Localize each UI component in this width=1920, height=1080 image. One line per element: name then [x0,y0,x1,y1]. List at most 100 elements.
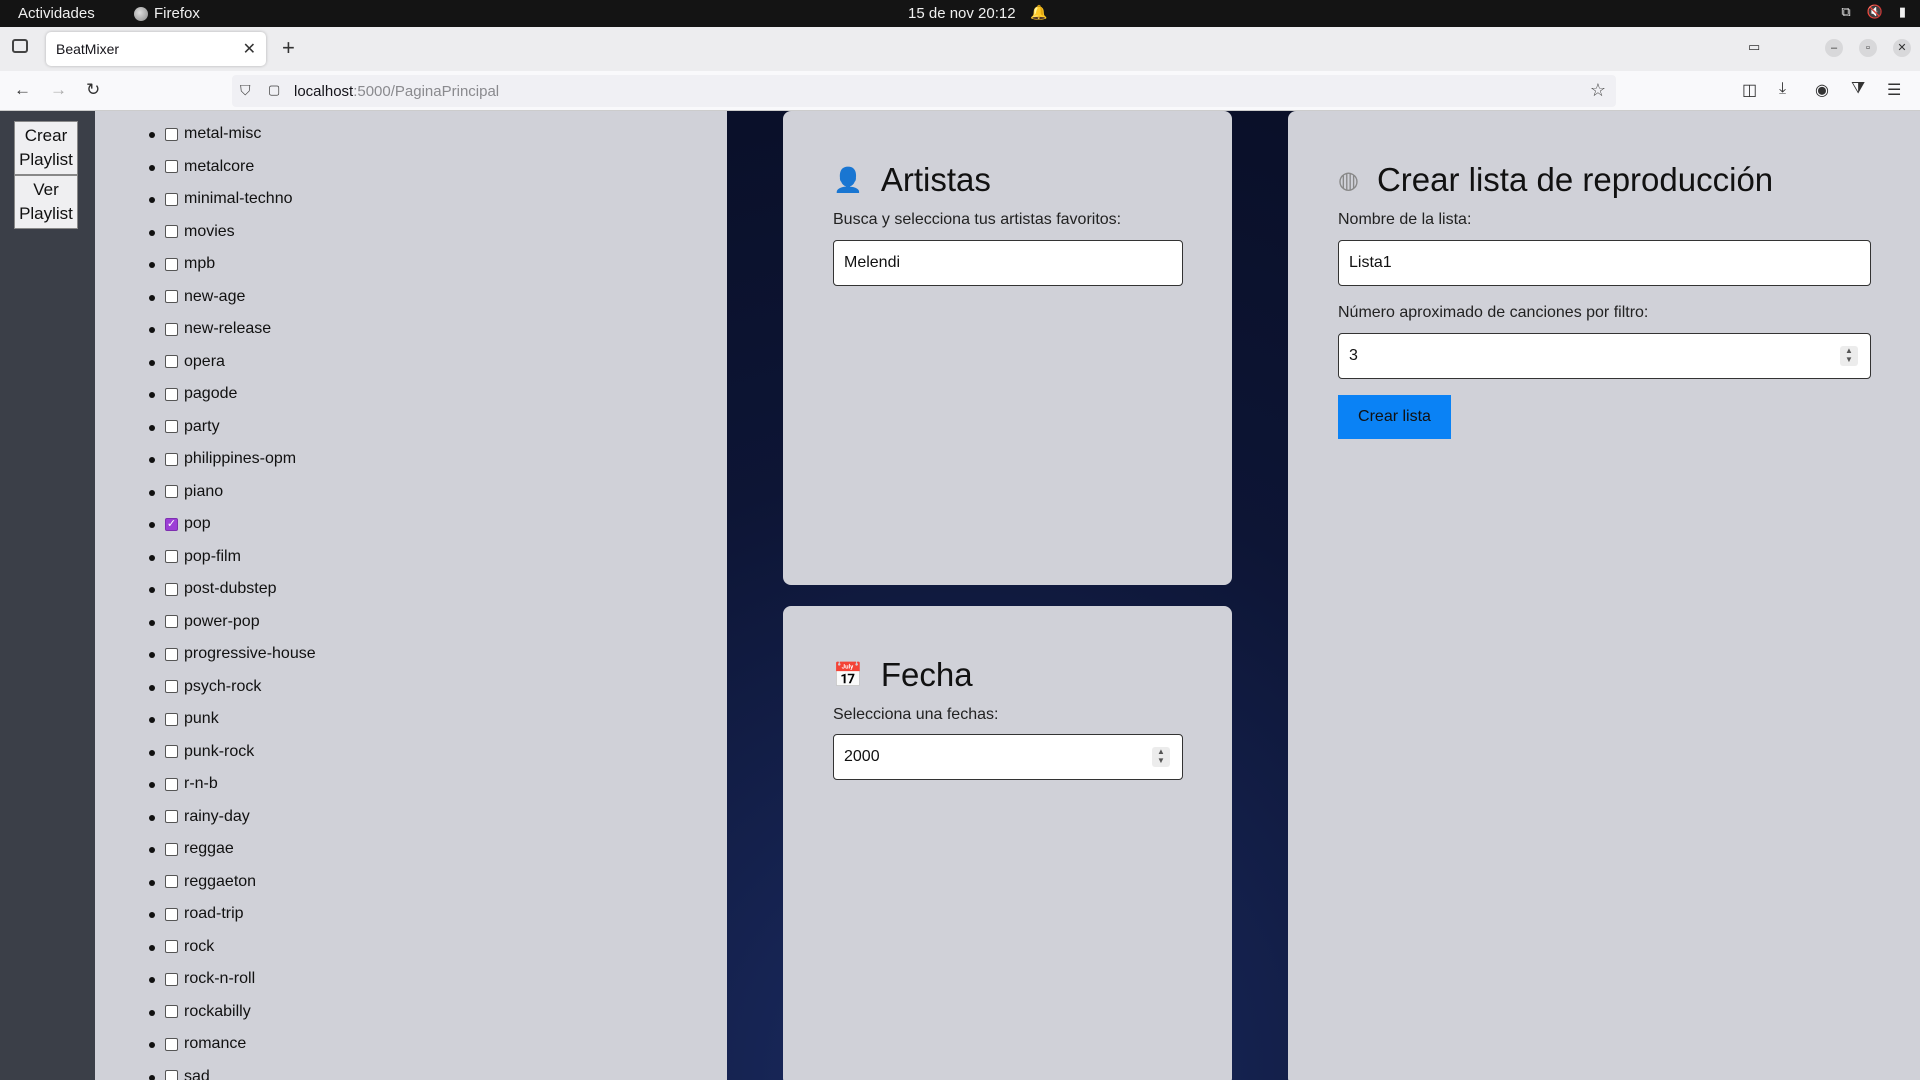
genre-checkbox[interactable] [165,615,178,629]
genre-checkbox[interactable] [165,907,178,921]
downloads-icon[interactable]: ⤓ [1779,80,1786,98]
genre-item[interactable]: power-pop [149,606,316,639]
genre-checkbox[interactable] [165,1037,178,1051]
genre-checkbox[interactable] [165,225,178,239]
genre-checkbox[interactable]: ✓ [165,517,178,531]
genre-item[interactable]: progressive-house [149,638,316,671]
genre-checkbox[interactable] [165,452,178,466]
year-input[interactable]: 2000 ▲ ▼ [833,734,1183,780]
artists-title: 👤 Artistas [833,161,991,198]
genre-item[interactable]: rainy-day [149,801,316,834]
genre-item[interactable]: metalcore [149,151,316,184]
genre-checkbox[interactable] [165,192,178,206]
genre-item[interactable]: philippines-opm [149,443,316,476]
artists-label: Busca y selecciona tus artistas favorito… [833,211,1122,228]
song-count-input[interactable]: 3 ▲ ▼ [1338,333,1871,379]
genre-item[interactable]: rockabilly [149,996,316,1029]
genre-item[interactable]: movies [149,216,316,249]
genre-checkbox[interactable] [165,160,178,174]
genre-item[interactable]: ✓ pop [149,508,316,541]
genre-checkbox[interactable] [165,972,178,986]
genre-item[interactable]: romance [149,1028,316,1061]
genre-item[interactable]: opera [149,346,316,379]
count-spinner-icon[interactable]: ▲ ▼ [1840,346,1858,366]
genre-item[interactable]: rock-n-roll [149,963,316,996]
new-tab-button[interactable]: + [282,35,295,61]
genre-item[interactable]: post-dubstep [149,573,316,606]
url-text[interactable]: localhost:5000/PaginaPrincipal [294,83,499,100]
create-playlist-button[interactable]: Crear Playlist [14,121,78,175]
genre-label: metalcore [184,157,255,175]
genre-checkbox[interactable] [165,322,178,336]
genre-checkbox[interactable] [165,355,178,369]
genre-checkbox[interactable] [165,127,178,141]
close-window-button[interactable]: ✕ [1893,39,1911,57]
genre-item[interactable]: sad [149,1061,316,1080]
genre-checkbox[interactable] [165,485,178,499]
genre-item[interactable]: pop-film [149,541,316,574]
genre-checkbox[interactable] [165,420,178,434]
genre-checkbox[interactable] [165,647,178,661]
activities-button[interactable]: Actividades [18,5,95,22]
genre-item[interactable]: metal-misc [149,118,316,151]
genre-checkbox[interactable] [165,745,178,759]
reload-button[interactable]: ↻ [86,80,100,100]
app-menu[interactable]: Firefox [134,5,200,22]
genre-item[interactable]: new-release [149,313,316,346]
shield-icon[interactable]: ⛉ [240,82,251,99]
genre-checkbox[interactable] [165,582,178,596]
view-tabs-icon[interactable]: ▭ [1748,39,1760,55]
create-list-button[interactable]: Crear lista [1338,395,1451,439]
genre-checkbox[interactable] [165,1070,178,1080]
system-tray[interactable]: ⧉ 🔇 ▮ [1841,4,1906,20]
page-info-icon[interactable]: ▢ [268,82,280,98]
year-spinner-icon[interactable]: ▲ ▼ [1152,747,1170,767]
back-button[interactable]: ← [14,80,31,100]
genre-checkbox[interactable] [165,712,178,726]
genre-checkbox[interactable] [165,387,178,401]
genre-checkbox[interactable] [165,550,178,564]
genre-item[interactable]: punk-rock [149,736,316,769]
bookmark-star-icon[interactable]: ☆ [1590,80,1606,101]
view-playlist-button[interactable]: Ver Playlist [14,175,78,229]
account-icon[interactable]: ◉ [1815,80,1829,100]
genre-label: new-age [184,287,246,305]
menu-icon[interactable]: ☰ [1887,80,1901,100]
firefox-icon [134,6,148,21]
genre-item[interactable]: piano [149,476,316,509]
genre-item[interactable]: psych-rock [149,671,316,704]
genre-checkbox[interactable] [165,810,178,824]
genre-item[interactable]: pagode [149,378,316,411]
genre-item[interactable]: r-n-b [149,768,316,801]
extensions-icon[interactable]: ⧩ [1851,80,1865,98]
genre-item[interactable]: rock [149,931,316,964]
date-title: 📅 Fecha [833,656,973,693]
pocket-icon[interactable]: ◫ [1742,80,1757,100]
genre-item[interactable]: punk [149,703,316,736]
close-tab-icon[interactable]: ✕ [243,39,256,59]
genre-checkbox[interactable] [165,257,178,271]
list-name-input[interactable]: Lista1 [1338,240,1871,286]
genre-checkbox[interactable] [165,842,178,856]
genre-item[interactable]: mpb [149,248,316,281]
artist-search-input[interactable]: Melendi [833,240,1183,286]
genre-item[interactable]: reggae [149,833,316,866]
genre-checkbox[interactable] [165,940,178,954]
genre-item[interactable]: road-trip [149,898,316,931]
genre-checkbox[interactable] [165,680,178,694]
list-all-tabs-icon[interactable] [12,39,28,53]
url-bar[interactable]: ⛉ ▢ localhost:5000/PaginaPrincipal ☆ [232,75,1616,107]
genre-checkbox[interactable] [165,777,178,791]
genre-checkbox[interactable] [165,290,178,304]
genre-item[interactable]: reggaeton [149,866,316,899]
minimize-button[interactable]: – [1825,39,1843,57]
clock[interactable]: 15 de nov 20:12 [908,5,1016,22]
tab-beatmixer[interactable]: BeatMixer ✕ [46,32,266,66]
genre-item[interactable]: new-age [149,281,316,314]
genre-item[interactable]: minimal-techno [149,183,316,216]
genre-item[interactable]: party [149,411,316,444]
genre-checkbox[interactable] [165,1005,178,1019]
genre-checkbox[interactable] [165,875,178,889]
maximize-button[interactable]: ▫ [1859,39,1877,57]
forward-button[interactable]: → [50,80,67,100]
